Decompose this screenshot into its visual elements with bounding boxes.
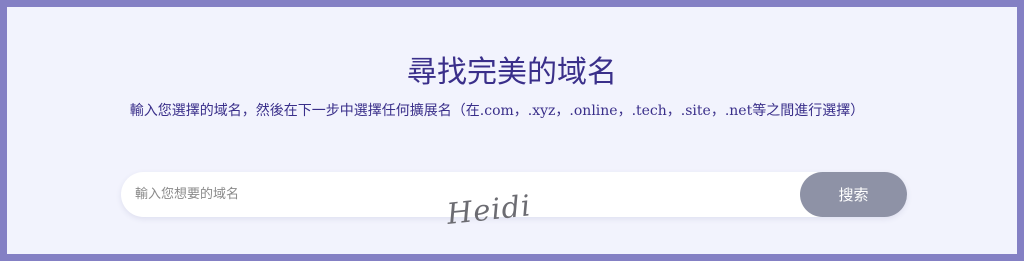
page-subtitle: 輸入您選擇的域名，然後在下一步中選擇任何擴展名（在.com，.xyz，.onli… (129, 103, 865, 119)
page-title: 尋找完美的域名 (407, 55, 617, 90)
domain-search-panel: 尋找完美的域名 輸入您選擇的域名，然後在下一步中選擇任何擴展名（在.com，.x… (7, 7, 1017, 254)
search-button[interactable]: 搜索 (800, 172, 907, 217)
domain-search-bar: 搜索 (121, 172, 907, 217)
domain-search-input[interactable] (121, 172, 791, 217)
